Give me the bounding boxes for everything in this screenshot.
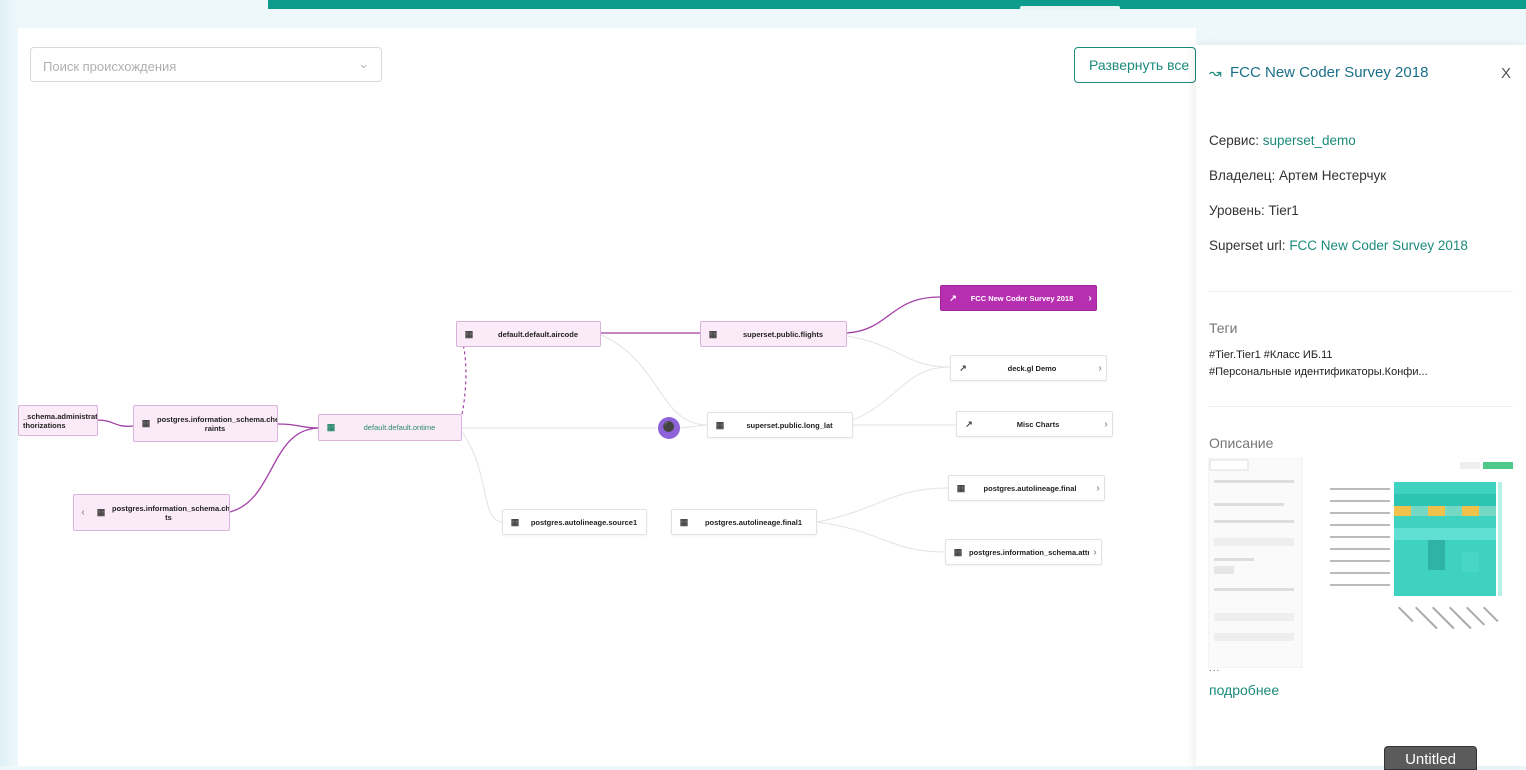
service-label: Сервис: xyxy=(1209,133,1259,148)
table-icon: ▦ xyxy=(141,418,151,428)
edge-admin-check xyxy=(96,419,134,427)
table-icon: ▦ xyxy=(510,516,520,527)
owner-value: Артем Нестерчук xyxy=(1278,168,1387,183)
tier-row: Уровень: Tier1 xyxy=(1209,203,1299,218)
tags-line: #Tier.Tier1 #Класс ИБ.11 xyxy=(1209,349,1333,361)
details-panel: ↝ FCC New Coder Survey 2018 X Сервис: su… xyxy=(1196,45,1526,766)
node-label: superset.public.long_lat xyxy=(746,420,833,430)
chevron-right-icon[interactable]: › xyxy=(1092,483,1104,494)
chart-icon: ↗ xyxy=(949,292,957,303)
node-ontime[interactable]: ▦ default.default.ontime xyxy=(318,414,462,441)
tier-label: Уровень: xyxy=(1209,203,1265,218)
node-label: postgres.information_schema.character_se… xyxy=(112,503,229,522)
edge-longlat-deckgl xyxy=(852,366,951,421)
node-label: postgres.information_schema.check_const … xyxy=(157,414,277,433)
node-label: FCC New Coder Survey 2018 xyxy=(970,293,1074,303)
node-character-sets[interactable]: ‹ ▦ postgres.information_schema.characte… xyxy=(73,494,230,531)
node-label: deck.gl Demo xyxy=(1007,363,1057,373)
edge-final1-final xyxy=(816,487,949,523)
tier-value: Tier1 xyxy=(1268,203,1299,218)
description-screenshot-image xyxy=(1208,458,1513,668)
edge-ontime-source1 xyxy=(461,431,503,523)
chevron-right-icon[interactable]: › xyxy=(1094,363,1106,374)
table-icon: ▦ xyxy=(708,328,718,339)
chevron-right-icon[interactable]: › xyxy=(1089,547,1101,558)
node-flights[interactable]: ▦ superset.public.flights xyxy=(700,321,847,347)
chart-line-icon: ↝ xyxy=(1209,65,1222,82)
edge-check-ontime xyxy=(277,423,319,429)
chevron-left-icon[interactable]: ‹ xyxy=(77,507,89,518)
node-source1[interactable]: ▦ postgres.autolineage.source1 xyxy=(502,509,647,535)
node-label: superset.public.flights xyxy=(742,329,823,339)
node-admin-authorizations[interactable]: _schema.administrati thorizations xyxy=(18,405,98,436)
superset-url-link[interactable]: FCC New Coder Survey 2018 xyxy=(1289,238,1468,253)
edge-flights-fcc xyxy=(846,296,941,334)
node-label: default.default.ontime xyxy=(363,423,436,432)
chevron-right-icon[interactable]: › xyxy=(1100,419,1112,430)
description-heading: Описание xyxy=(1209,435,1274,451)
divider xyxy=(1209,406,1513,407)
lineage-hub-icon[interactable]: ⚫ xyxy=(658,417,680,439)
node-label: _schema.administrati thorizations xyxy=(23,411,97,430)
table-icon: ▦ xyxy=(464,328,474,339)
tags-heading: Теги xyxy=(1209,320,1238,336)
ellipsis: ... xyxy=(1209,663,1221,674)
edge-flights-deckgl xyxy=(846,335,951,368)
node-label: postgres.autolineage.source1 xyxy=(530,517,638,527)
node-fcc-survey[interactable]: ↗ FCC New Coder Survey 2018 › xyxy=(940,285,1097,311)
edge-final1-attributes xyxy=(816,521,946,553)
superset-url-row: Superset url: FCC New Coder Survey 2018 xyxy=(1209,238,1468,253)
chevron-right-icon[interactable]: › xyxy=(1084,293,1096,304)
node-label: postgres.information_schema.attributes xyxy=(969,547,1089,557)
more-link[interactable]: подробнее xyxy=(1209,682,1279,698)
node-misc-charts[interactable]: ↗ Misc Charts › xyxy=(956,411,1113,437)
table-icon: ▦ xyxy=(326,422,336,432)
tooltip-untitled: Untitled xyxy=(1384,746,1477,770)
tags-line: #Персональные идентификаторы.Конфи... xyxy=(1209,366,1428,378)
edge-airmode-longlat xyxy=(600,334,708,426)
node-label: Misc Charts xyxy=(1016,419,1060,429)
tags-list: #Tier.Tier1 #Класс ИБ.11 #Персональные и… xyxy=(1209,347,1509,381)
node-long-lat[interactable]: ▦ superset.public.long_lat xyxy=(707,412,853,438)
table-icon: ▦ xyxy=(953,546,963,557)
node-final1[interactable]: ▦ postgres.autolineage.final1 xyxy=(671,509,817,535)
close-icon[interactable]: X xyxy=(1501,65,1511,82)
superset-url-label: Superset url: xyxy=(1209,238,1286,253)
panel-title[interactable]: FCC New Coder Survey 2018 xyxy=(1230,64,1428,81)
service-link[interactable]: superset_demo xyxy=(1263,133,1356,148)
node-check-constraints[interactable]: ▦ postgres.information_schema.check_cons… xyxy=(133,405,278,442)
node-label: postgres.autolineage.final1 xyxy=(704,517,803,527)
node-deckgl-demo[interactable]: ↗ deck.gl Demo › xyxy=(950,355,1107,381)
service-row: Сервис: superset_demo xyxy=(1209,133,1356,148)
edge-hub-longlat xyxy=(679,424,708,429)
divider xyxy=(1209,291,1513,292)
chart-icon: ↗ xyxy=(965,418,973,429)
chart-icon: ↗ xyxy=(959,362,967,373)
node-final[interactable]: ▦ postgres.autolineage.final › xyxy=(948,475,1105,501)
node-aircode[interactable]: ▦ default.default.aircode xyxy=(456,321,601,347)
table-icon: ▦ xyxy=(96,507,106,517)
owner-row: Владелец: Артем Нестерчук xyxy=(1209,168,1386,183)
node-label: default.default.aircode xyxy=(497,329,578,339)
node-label: postgres.autolineage.final xyxy=(983,483,1077,493)
table-icon: ▦ xyxy=(679,516,689,527)
table-icon: ▦ xyxy=(956,482,966,493)
owner-label: Владелец: xyxy=(1209,168,1276,183)
node-attributes[interactable]: ▦ postgres.information_schema.attributes… xyxy=(945,539,1102,565)
table-icon: ▦ xyxy=(715,419,725,430)
